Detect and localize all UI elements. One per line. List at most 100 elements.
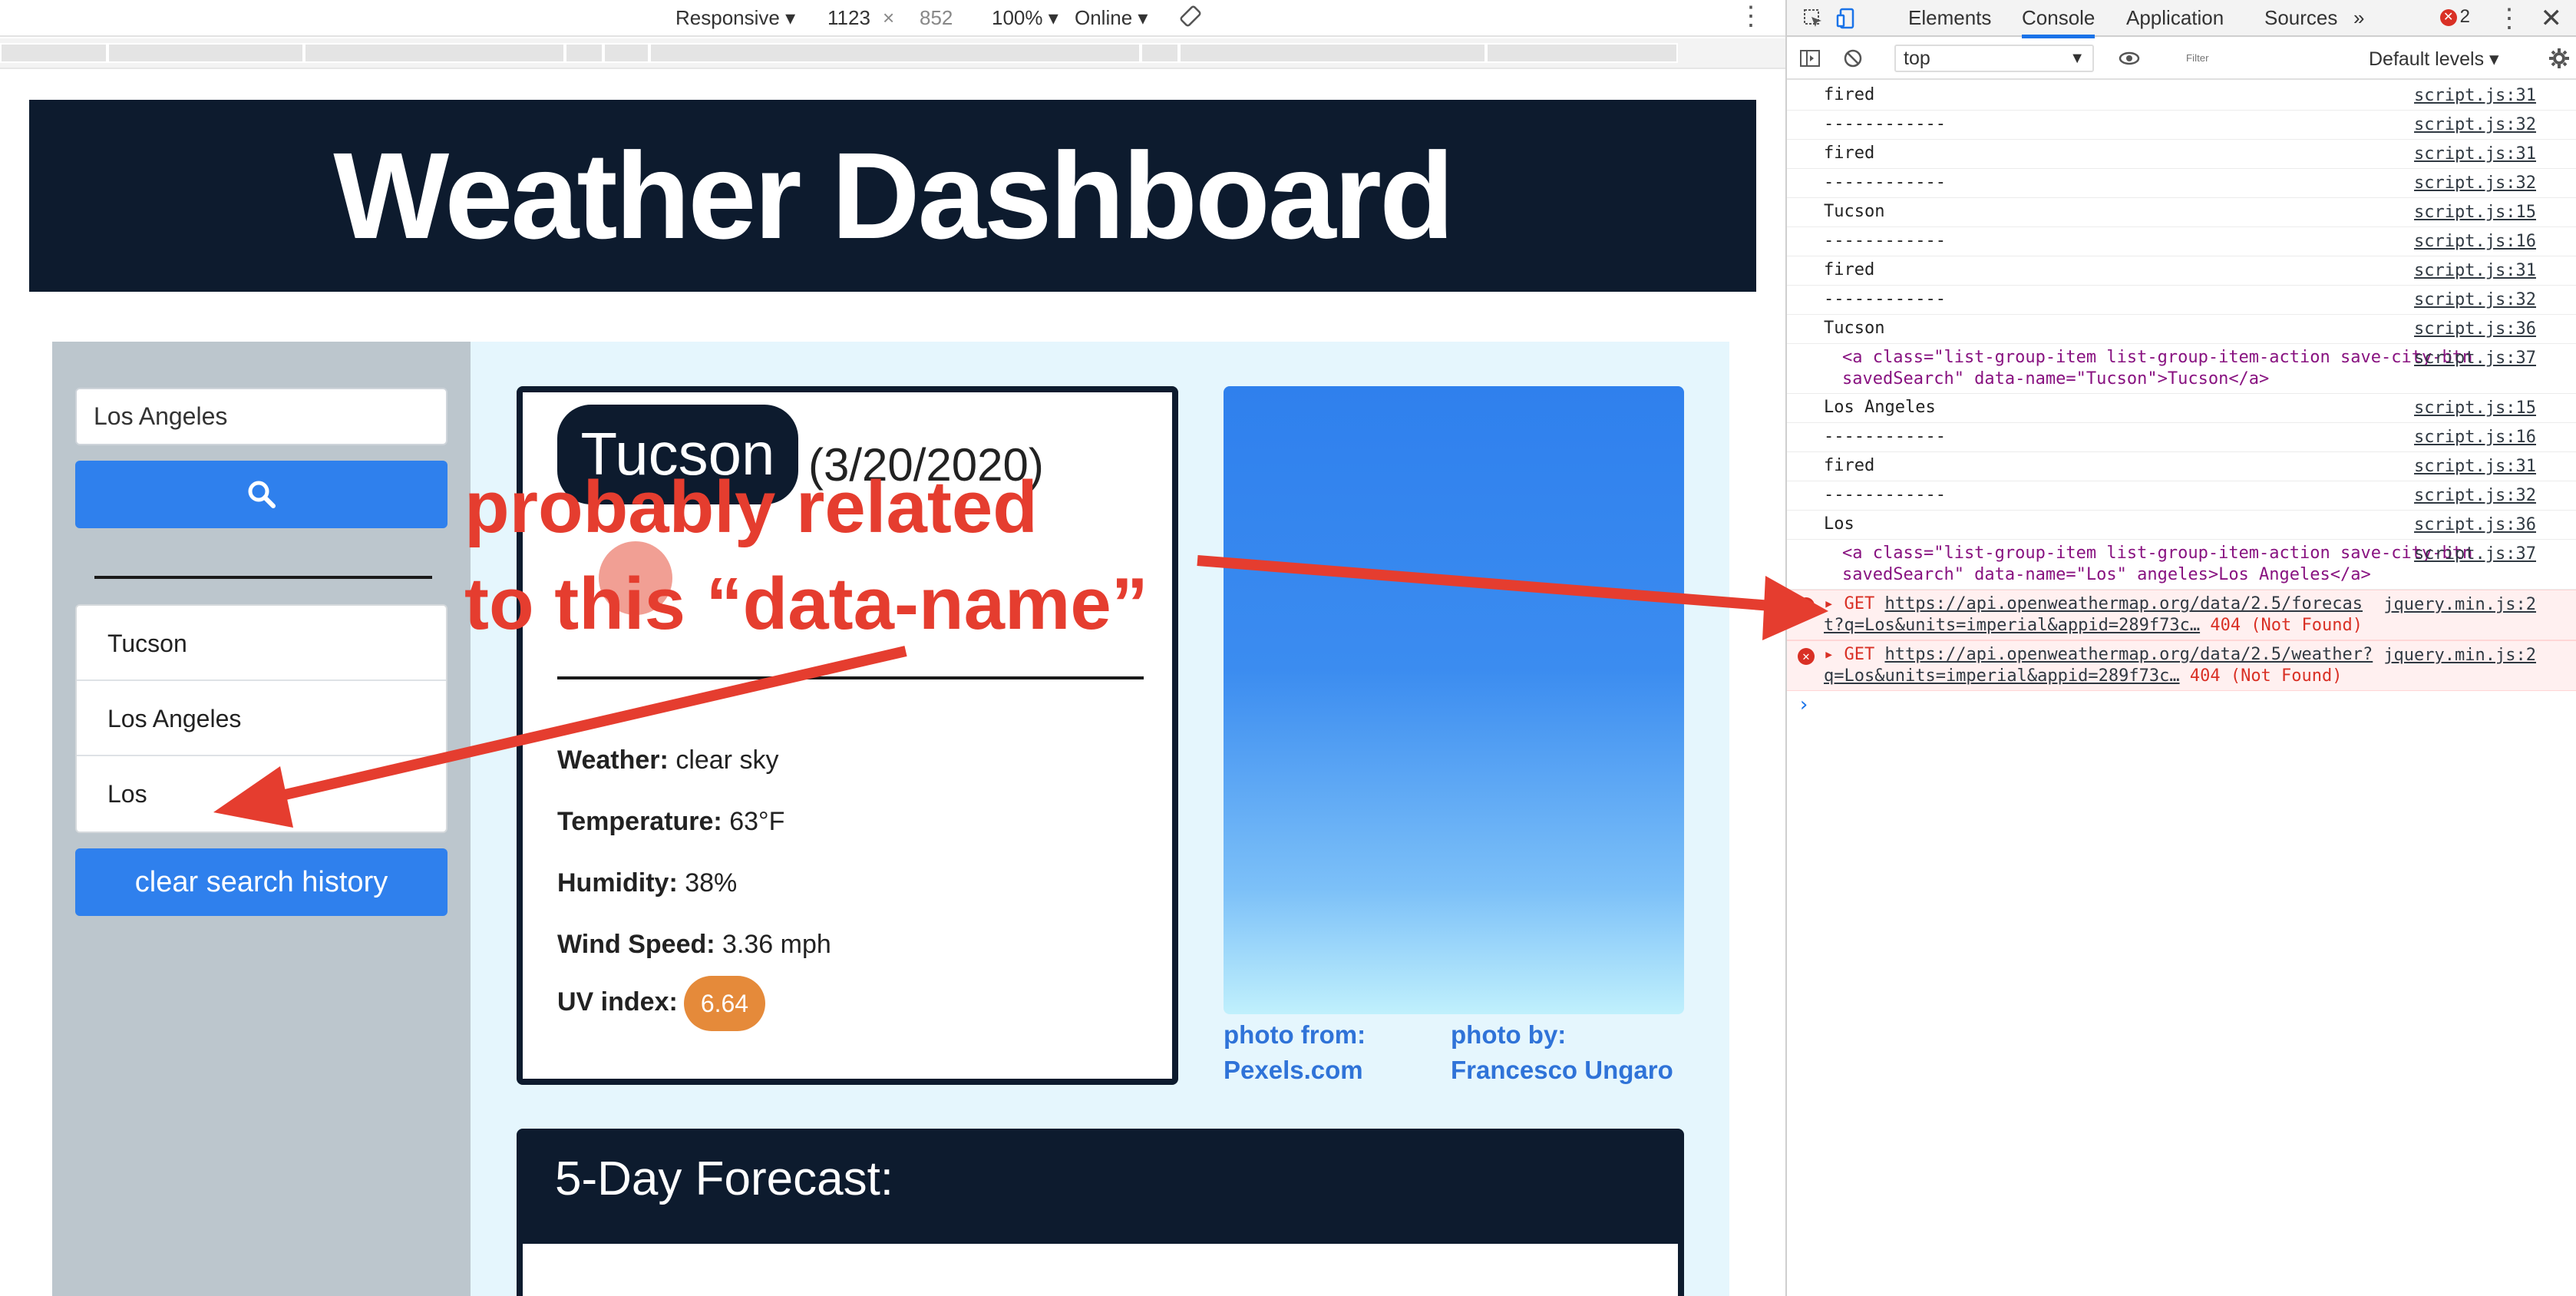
log-line: fired script.js:31 xyxy=(1787,452,2576,481)
photo-source-credit[interactable]: photo from: Pexels.com xyxy=(1224,1017,1366,1088)
clear-console-icon[interactable] xyxy=(1842,48,1864,69)
device-select[interactable]: Responsive ▾ xyxy=(675,6,795,30)
log-source-link[interactable]: script.js:32 xyxy=(2414,289,2536,311)
height-input[interactable]: 852 xyxy=(920,6,953,30)
log-line: ------------ script.js:32 xyxy=(1787,169,2576,198)
log-line: ------------ script.js:16 xyxy=(1787,227,2576,256)
eye-icon[interactable] xyxy=(2119,48,2140,69)
clear-history-button[interactable]: clear search history xyxy=(75,848,447,916)
photographer-credit[interactable]: photo by: Francesco Ungaro xyxy=(1451,1017,1673,1088)
log-line: ------------ script.js:32 xyxy=(1787,111,2576,140)
log-source-link[interactable]: script.js:37 xyxy=(2414,544,2536,565)
log-source-link[interactable]: script.js:37 xyxy=(2414,348,2536,369)
network-select[interactable]: Online ▾ xyxy=(1075,6,1148,30)
sidebar-toggle-icon[interactable] xyxy=(1799,48,1821,69)
log-line: fired script.js:31 xyxy=(1787,256,2576,286)
annotation-text: probably related to this “data-name” xyxy=(464,466,1148,645)
log-levels-select[interactable]: Default levels ▾ xyxy=(2369,48,2499,71)
zoom-select[interactable]: 100% ▾ xyxy=(992,6,1058,30)
wind-speed-row: Wind Speed: 3.36 mph xyxy=(557,930,831,959)
console-log: fired script.js:31 ------------ script.js:… xyxy=(1787,81,2576,720)
console-prompt[interactable]: › xyxy=(1787,691,2576,720)
tab-console[interactable]: Console xyxy=(2022,6,2095,38)
log-source-link[interactable]: script.js:15 xyxy=(2414,398,2536,419)
device-viewport: Responsive ▾ 1123 × 852 100% ▾ Online ▾ … xyxy=(0,0,1785,1296)
more-options-icon[interactable]: ⋮ xyxy=(1738,3,1764,29)
inspect-element-icon[interactable] xyxy=(1802,8,1824,29)
temperature-row: Temperature: 63°F xyxy=(557,807,785,836)
forecast-title: 5-Day Forecast: xyxy=(555,1152,894,1205)
search-icon xyxy=(248,481,276,508)
log-html-element[interactable]: <a class="list-group-item list-group-ite… xyxy=(1787,540,2576,590)
web-page: Weather Dashboard Los Angeles Tucson Los… xyxy=(29,100,1756,1296)
city-search-input[interactable]: Los Angeles xyxy=(75,388,447,445)
error-icon: ✕ xyxy=(2439,8,2457,26)
log-line: fired script.js:31 xyxy=(1787,81,2576,111)
error-icon: ✕ xyxy=(1798,648,1815,665)
times-sign: × xyxy=(883,6,895,29)
error-icon: ✕ xyxy=(1798,597,1815,614)
media-query-bar[interactable] xyxy=(0,38,1785,69)
devtools-tabbar: Elements Console Application Sources » ✕… xyxy=(1787,0,2576,38)
header-banner: Weather Dashboard xyxy=(29,100,1756,292)
log-source-link[interactable]: script.js:36 xyxy=(2414,319,2536,340)
saved-city-item[interactable]: Tucson xyxy=(77,606,446,681)
humidity-row: Humidity: 38% xyxy=(557,868,738,898)
log-html-element[interactable]: <a class="list-group-item list-group-ite… xyxy=(1787,344,2576,394)
log-source-link[interactable]: script.js:31 xyxy=(2414,456,2536,478)
screenshot: Responsive ▾ 1123 × 852 100% ▾ Online ▾ … xyxy=(0,0,2576,1296)
saved-city-item[interactable]: Los Angeles xyxy=(77,681,446,756)
sidebar: Los Angeles Tucson Los Angeles Los clear… xyxy=(52,342,471,1296)
search-button[interactable] xyxy=(75,461,447,528)
width-input[interactable]: 1123 xyxy=(827,6,870,30)
log-source-link[interactable]: script.js:31 xyxy=(2414,85,2536,107)
settings-gear-icon[interactable] xyxy=(2548,48,2570,69)
log-source-link[interactable]: script.js:32 xyxy=(2414,485,2536,507)
log-line: Los Angeles script.js:15 xyxy=(1787,394,2576,423)
weather-row: Weather: clear sky xyxy=(557,746,779,775)
devtools-menu-icon[interactable]: ⋮ xyxy=(2496,3,2522,34)
log-line: ------------ script.js:32 xyxy=(1787,286,2576,315)
log-source-link[interactable]: script.js:16 xyxy=(2414,427,2536,448)
forecast-body xyxy=(523,1244,1678,1296)
log-line: Tucson script.js:15 xyxy=(1787,198,2576,227)
log-source-link[interactable]: jquery.min.js:2 xyxy=(2383,594,2536,616)
request-url-link[interactable]: https://api.openweathermap.org/data/2.5/… xyxy=(1884,594,2363,613)
uv-index-row: UV index: 6.64 xyxy=(557,976,766,1031)
context-select[interactable]: top ▼ xyxy=(1894,45,2094,72)
log-source-link[interactable]: jquery.min.js:2 xyxy=(2383,645,2536,666)
saved-search-list: Tucson Los Angeles Los xyxy=(75,604,447,833)
log-line: Tucson script.js:36 xyxy=(1787,315,2576,344)
log-source-link[interactable]: script.js:32 xyxy=(2414,114,2536,136)
log-source-link[interactable]: script.js:31 xyxy=(2414,144,2536,165)
log-line: Los script.js:36 xyxy=(1787,511,2576,540)
log-source-link[interactable]: script.js:15 xyxy=(2414,202,2536,223)
error-counter[interactable]: ✕ 2 xyxy=(2439,6,2470,28)
uv-index-badge: 6.64 xyxy=(683,976,766,1031)
request-url-link[interactable]: https://api.openweathermap.org/data/2.5/… xyxy=(1884,645,2373,664)
console-filter-input[interactable] xyxy=(2178,45,2370,72)
forecast-section: 5-Day Forecast: xyxy=(517,1129,1684,1296)
network-error-line[interactable]: ✕ ▸ GET https://api.openweathermap.org/d… xyxy=(1787,640,2576,691)
log-source-link[interactable]: script.js:32 xyxy=(2414,173,2536,194)
log-line: ------------ script.js:16 xyxy=(1787,423,2576,452)
tab-application[interactable]: Application xyxy=(2126,6,2224,30)
console-toolbar: top▼ Default levels ▾ xyxy=(1787,38,2576,80)
sidebar-divider xyxy=(94,576,432,579)
log-line: ------------ script.js:32 xyxy=(1787,481,2576,511)
rotate-icon[interactable] xyxy=(1179,5,1202,33)
close-icon[interactable]: ✕ xyxy=(2541,3,2563,34)
saved-city-item[interactable]: Los xyxy=(77,756,446,831)
log-source-link[interactable]: script.js:36 xyxy=(2414,514,2536,536)
log-source-link[interactable]: script.js:31 xyxy=(2414,260,2536,282)
page-title: Weather Dashboard xyxy=(333,127,1455,264)
log-source-link[interactable]: script.js:16 xyxy=(2414,231,2536,253)
devtools-panel: Elements Console Application Sources » ✕… xyxy=(1785,0,2576,1296)
sky-photo xyxy=(1224,386,1684,1014)
device-toolbar: Responsive ▾ 1123 × 852 100% ▾ Online ▾ … xyxy=(0,0,1785,37)
tab-elements[interactable]: Elements xyxy=(1908,6,1991,30)
more-tabs-icon[interactable]: » xyxy=(2353,6,2364,30)
device-toggle-icon[interactable] xyxy=(1836,8,1858,29)
network-error-line[interactable]: ✕ ▸ GET https://api.openweathermap.org/d… xyxy=(1787,590,2576,640)
tab-sources[interactable]: Sources xyxy=(2264,6,2337,30)
